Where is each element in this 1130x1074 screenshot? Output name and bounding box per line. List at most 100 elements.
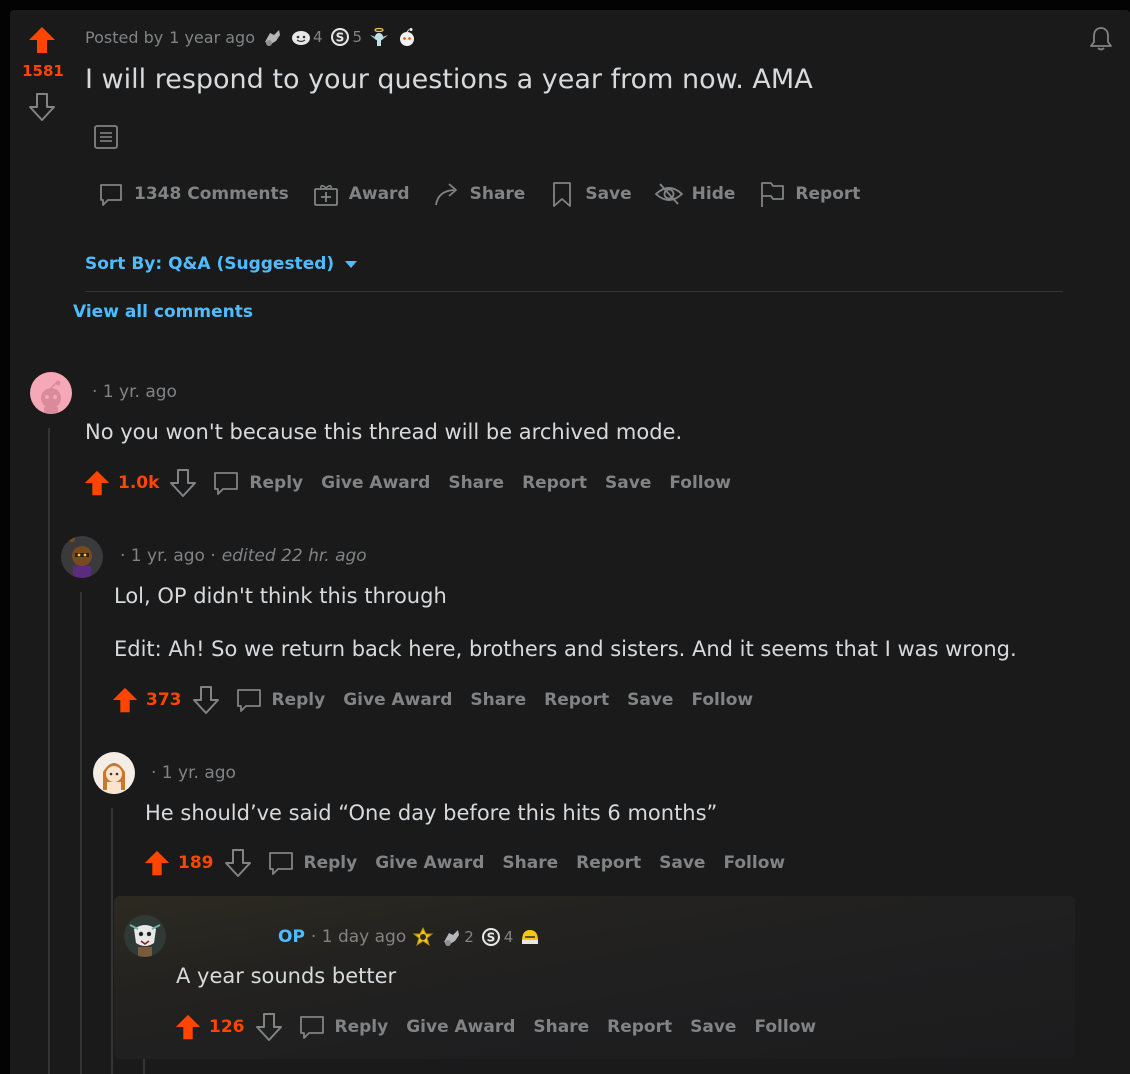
save-button[interactable]: Save — [605, 473, 651, 493]
reply-button[interactable]: Reply — [211, 468, 303, 498]
upvote-arrow-icon[interactable] — [82, 468, 112, 498]
snoo-award-icon — [400, 28, 415, 46]
give-award-button[interactable]: Give Award — [375, 853, 484, 873]
award-count: 5 — [352, 28, 363, 46]
share-button[interactable]: Share — [448, 473, 504, 493]
report-button[interactable]: Report — [607, 1017, 672, 1037]
hide-button[interactable]: Hide — [646, 176, 744, 212]
gold-award-icon — [412, 926, 434, 947]
comment-body: A year sounds better — [176, 964, 397, 988]
helmet-award-icon — [522, 930, 539, 944]
comment-bubble-icon — [268, 852, 293, 875]
s-award-icon: S — [330, 28, 349, 46]
save-button[interactable]: Save — [627, 690, 673, 710]
snoo-avatar-icon — [69, 536, 92, 578]
reply-button[interactable]: Reply — [266, 848, 357, 878]
reply-button[interactable]: Reply — [234, 685, 325, 715]
save-button[interactable]: Save — [690, 1017, 736, 1037]
caret-down-icon — [345, 261, 358, 268]
downvote-arrow-icon[interactable] — [192, 685, 220, 715]
award-s[interactable]: S 4 — [480, 926, 513, 948]
give-award-button[interactable]: Give Award — [321, 473, 430, 493]
comment-time[interactable]: · 1 yr. ago · — [120, 546, 216, 566]
share-button[interactable]: Share — [502, 853, 558, 873]
thread-line — [111, 808, 113, 1074]
follow-button[interactable]: Follow — [691, 690, 753, 710]
post-score: 1581 — [22, 62, 64, 80]
follow-button[interactable]: Follow — [723, 853, 785, 873]
upvote-arrow-icon[interactable] — [142, 848, 172, 878]
report-button[interactable]: Report — [749, 176, 868, 212]
comment-body: Lol, OP didn't think this through — [114, 584, 447, 608]
comment-meta: · 1 yr. ago — [92, 382, 177, 402]
avatar[interactable] — [124, 915, 166, 957]
comment-meta: · 1 yr. ago — [151, 763, 236, 783]
award-silver[interactable]: 2 — [440, 926, 474, 948]
comment-time[interactable]: · 1 yr. ago — [151, 763, 236, 783]
avatar[interactable] — [93, 752, 135, 794]
post-title[interactable]: I will respond to your questions a year … — [85, 64, 813, 95]
downvote-arrow-icon[interactable] — [255, 1012, 283, 1042]
award-count: 4 — [312, 28, 323, 46]
comment-time[interactable]: · 1 day ago — [311, 927, 406, 947]
comment-score: 373 — [146, 690, 182, 710]
report-button[interactable]: Report — [522, 473, 587, 493]
text-post-icon — [94, 125, 118, 149]
downvote-arrow-icon[interactable] — [169, 468, 197, 498]
award-silver[interactable] — [261, 26, 283, 48]
wholesome-award-icon — [291, 31, 310, 45]
award-snoo[interactable] — [396, 26, 418, 48]
award-label: Award — [348, 184, 410, 204]
comments-button[interactable]: 1348 Comments — [88, 176, 297, 212]
award-count: 2 — [464, 928, 474, 946]
award-wholesome[interactable]: 4 — [289, 26, 323, 48]
avatar[interactable] — [61, 536, 103, 578]
award-button[interactable]: Award — [303, 176, 418, 212]
award-gold[interactable] — [412, 926, 434, 948]
award-angel[interactable] — [368, 26, 390, 48]
reply-label: Reply — [249, 473, 304, 493]
reply-label: Reply — [334, 1017, 389, 1037]
downvote-arrow-icon[interactable] — [28, 92, 56, 122]
bookmark-icon — [553, 182, 572, 207]
follow-button[interactable]: Follow — [669, 473, 731, 493]
report-label: Report — [795, 184, 861, 204]
comment-meta: OP · 1 day ago 2 S 4 — [278, 926, 541, 948]
save-button[interactable]: Save — [539, 176, 639, 212]
thread-line — [48, 428, 50, 1074]
comment-bubble-icon — [236, 689, 261, 712]
notification-bell-icon[interactable] — [1086, 24, 1116, 54]
award-helmet[interactable] — [519, 926, 541, 948]
give-award-button[interactable]: Give Award — [343, 690, 452, 710]
avatar[interactable] — [30, 372, 72, 414]
view-all-comments-link[interactable]: View all comments — [73, 302, 253, 322]
post-time: 1 year ago — [169, 27, 255, 47]
share-button[interactable]: Share — [533, 1017, 589, 1037]
downvote-arrow-icon[interactable] — [224, 848, 252, 878]
comment-time[interactable]: · 1 yr. ago — [92, 382, 177, 402]
follow-button[interactable]: Follow — [754, 1017, 816, 1037]
sort-dropdown[interactable]: Sort By: Q&A (Suggested) — [85, 254, 358, 274]
snoo-avatar-icon — [103, 763, 125, 794]
s-award-icon: S — [481, 928, 500, 946]
comment-meta: · 1 yr. ago · edited 22 hr. ago — [120, 546, 367, 566]
comment-score: 126 — [209, 1017, 245, 1037]
share-label: Share — [469, 184, 526, 204]
upvote-arrow-icon[interactable] — [110, 685, 140, 715]
share-arrow-icon — [434, 183, 457, 206]
post-action-bar: 1348 Comments Award Share Save Hide Repo… — [88, 176, 868, 212]
give-award-button[interactable]: Give Award — [406, 1017, 515, 1037]
upvote-arrow-icon[interactable] — [173, 1012, 203, 1042]
angel-award-icon — [370, 27, 389, 46]
share-button[interactable]: Share — [470, 690, 526, 710]
reply-button[interactable]: Reply — [297, 1012, 389, 1042]
hide-eye-icon — [654, 183, 683, 205]
share-button[interactable]: Share — [424, 176, 534, 212]
award-s[interactable]: S 5 — [329, 26, 363, 48]
silver-award-icon — [264, 30, 280, 46]
report-button[interactable]: Report — [576, 853, 641, 873]
report-button[interactable]: Report — [544, 690, 609, 710]
upvote-arrow-icon[interactable] — [26, 24, 58, 56]
save-button[interactable]: Save — [659, 853, 705, 873]
edited-label: edited 22 hr. ago — [221, 546, 367, 566]
